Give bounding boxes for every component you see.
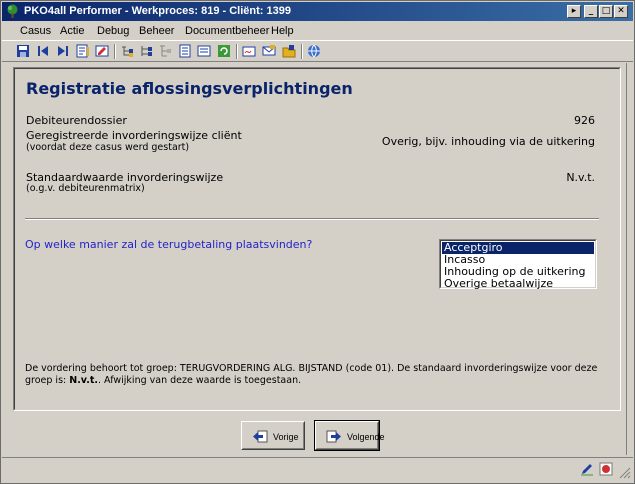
first-record-icon[interactable] [36,44,50,58]
payment-method-question: Op welke manier zal de terugbetaling pla… [25,238,313,251]
debiteurendossier-value: 926 [574,114,595,127]
main-panel: Registratie aflossingsverplichtingen Deb… [13,67,621,411]
maximize-button[interactable]: □ [599,5,613,18]
main-panel-inner: Registratie aflossingsverplichtingen Deb… [14,68,620,410]
edit-form-icon[interactable] [95,44,109,58]
payment-method-listbox-inner: Acceptgiro Incasso Inhouding op de uitke… [440,240,596,290]
menu-help[interactable]: Help [271,25,294,37]
close-button[interactable]: ✕ [614,5,628,18]
debiteurendossier-label: Debiteurendossier [26,114,127,127]
standaard-value: N.v.t. [566,171,595,184]
menu-beheer[interactable]: Beheer [139,25,174,37]
hierarchy-alt-icon[interactable] [158,44,172,58]
notes-icon[interactable] [76,44,90,58]
next-button-label: Volgende [347,432,385,442]
geregistreerde-value: Overig, bijv. inhouding via de uitkering [381,135,595,148]
toolbar [2,40,633,62]
pen-edit-icon[interactable] [580,462,594,476]
previous-button[interactable]: Vorige [241,421,305,450]
previous-button-label: Vorige [273,432,299,442]
app-tree-icon [7,4,18,18]
resize-grip-icon[interactable] [619,467,631,479]
menu-documentbeheer[interactable]: Documentbeheer [185,25,269,37]
option-overige[interactable]: Overige betaalwijze [442,278,594,290]
window-frame-edge [626,63,634,455]
minimize-button[interactable]: _ [584,5,598,18]
group-note-default-value: N.v.t. [69,375,98,386]
signature-icon[interactable] [242,44,256,58]
arrow-left-icon [253,430,268,443]
toolbar-separator [301,44,303,59]
hierarchy-icon[interactable] [139,44,153,58]
menu-actie[interactable]: Actie [60,25,84,37]
next-button[interactable]: Volgende [314,420,385,451]
geregistreerde-label: Geregistreerde invorderingswijze cliënt [26,129,242,142]
menu-bar: Casus Actie Debug Beheer Documentbeheer … [2,22,633,40]
mail-icon[interactable] [262,44,276,58]
list-icon[interactable] [197,44,211,58]
title-bar[interactable]: PKO4all Performer - Werkproces: 819 - Cl… [2,2,633,21]
globe-icon[interactable] [307,44,321,58]
page-title: Registratie aflossingsverplichtingen [26,79,353,98]
refresh-icon[interactable] [217,44,231,58]
last-record-icon[interactable] [56,44,70,58]
application-window: PKO4all Performer - Werkproces: 819 - Cl… [0,0,635,484]
standaard-sublabel: (o.g.v. debiteurenmatrix) [26,183,145,194]
restore-icon[interactable]: ▸ [567,5,581,18]
geregistreerde-sublabel: (voordat deze casus werd gestart) [26,142,190,153]
menu-casus[interactable]: Casus [20,25,51,37]
section-divider [25,218,599,220]
toolbar-separator [114,44,116,59]
record-status-icon[interactable] [599,462,613,476]
next-button-face: Volgende [316,422,385,449]
group-note-suffix: . Afwijking van deze waarde is toegestaa… [98,375,302,386]
document-icon[interactable] [178,44,192,58]
group-note: De vordering behoort tot groep: TERUGVOR… [25,363,605,387]
status-bar [2,457,633,481]
arrow-right-icon [326,430,341,443]
tree-icon[interactable] [120,44,134,58]
window-title: PKO4all Performer - Werkproces: 819 - Cl… [24,5,291,17]
toolbar-separator [236,44,238,59]
menu-debug[interactable]: Debug [97,25,129,37]
previous-button-face: Vorige [242,422,304,449]
folder-icon[interactable] [282,44,296,58]
payment-method-listbox[interactable]: Acceptgiro Incasso Inhouding op de uitke… [439,239,597,290]
save-icon[interactable] [16,44,30,58]
